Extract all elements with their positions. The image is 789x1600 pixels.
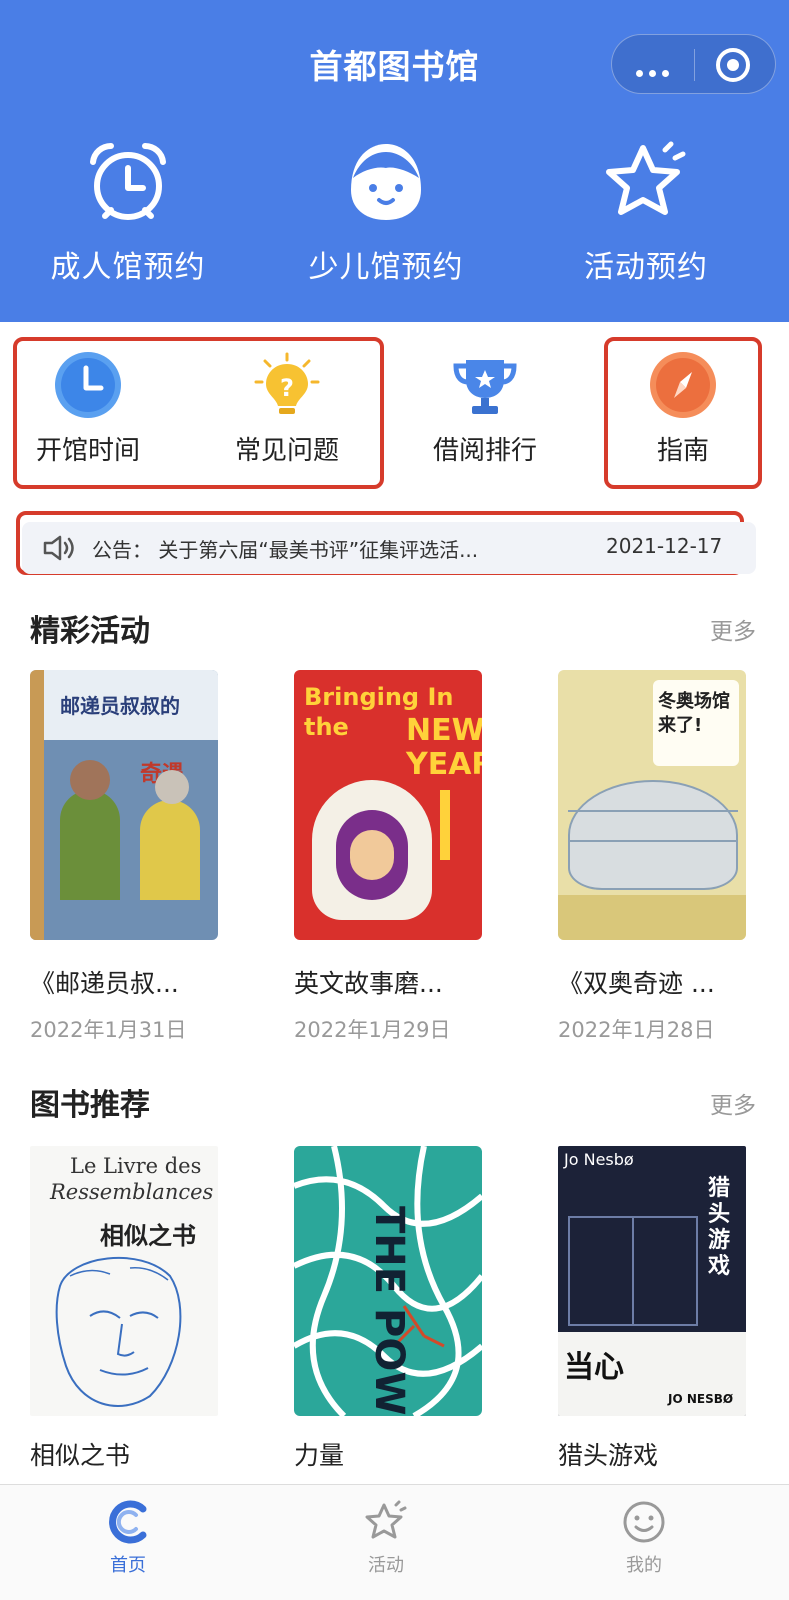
- lightbulb-question-icon: ?: [254, 352, 320, 414]
- faq-button[interactable]: ? 常见问题: [207, 350, 367, 467]
- book-cover-1-subtitle-fr: Ressemblances: [50, 1180, 214, 1204]
- notice-text: 公告： 关于第六届“最美书评”征集评选活...: [92, 538, 479, 562]
- cover-child-face: [350, 830, 394, 880]
- cover-ground: [558, 895, 746, 940]
- activities-section-title: 精彩活动: [30, 614, 150, 649]
- book-title-3[interactable]: 猎头游戏: [558, 1436, 758, 1472]
- faq-label: 常见问题: [234, 436, 339, 466]
- cover-head-1: [70, 760, 110, 800]
- smiley-icon: [623, 1501, 665, 1543]
- tab-mine[interactable]: 我的: [584, 1499, 704, 1577]
- compass-icon: [650, 352, 716, 418]
- header: 首都图书馆 成人馆预约 少儿馆预约 活动预约: [0, 0, 789, 322]
- activity-booking-label: 活动预约: [584, 250, 708, 285]
- cover-window-bar: [632, 1216, 634, 1326]
- adult-library-booking-label: 成人馆预约: [50, 250, 206, 285]
- activity-date-2: 2022年1月29日: [294, 1018, 451, 1042]
- book-cover-1-title-fr: Le Livre des: [70, 1154, 202, 1178]
- cover-stadium-line-1: [568, 810, 738, 812]
- guide-label: 指南: [656, 436, 709, 466]
- activity-date-1: 2022年1月31日: [30, 1018, 187, 1042]
- cover-stadium-line-2: [568, 840, 738, 842]
- book-cover-1-portrait: [55, 1256, 182, 1407]
- svg-text:?: ?: [280, 374, 294, 402]
- cover-head-2: [155, 770, 189, 804]
- book-cover-2-title: THE POWER: [366, 1206, 412, 1416]
- activity-date-3: 2022年1月28日: [558, 1018, 715, 1042]
- capsule-divider: [694, 49, 695, 81]
- tab-home[interactable]: 首页: [68, 1499, 188, 1577]
- activity-cover-3[interactable]: 冬奥场馆 来了!: [558, 670, 746, 940]
- guide-button[interactable]: 指南: [603, 350, 763, 467]
- opening-hours-label: 开馆时间: [35, 436, 140, 466]
- trophy-icon: [453, 360, 517, 414]
- book-cover-3-author: Jo Nesbø: [564, 1150, 634, 1169]
- book-cover-1[interactable]: Le Livre des Ressemblances 相似之书: [30, 1146, 218, 1416]
- home-logo-icon: [109, 1500, 147, 1544]
- book-cover-2[interactable]: THE POWER: [294, 1146, 482, 1416]
- tab-activities-label: 活动: [368, 1555, 404, 1576]
- cover-stadium: [568, 780, 738, 890]
- activities-more-link[interactable]: 更多: [710, 612, 756, 646]
- clock-icon: [55, 352, 121, 418]
- activity-cover-3-title: 冬奥场馆 来了!: [658, 691, 730, 736]
- alarm-clock-icon: [90, 142, 166, 220]
- book-title-1[interactable]: 相似之书: [30, 1436, 230, 1472]
- borrow-ranking-label: 借阅排行: [432, 436, 537, 466]
- child-face-icon: [351, 144, 421, 220]
- close-mini-program-icon[interactable]: [716, 48, 750, 82]
- cover-figure-1: [60, 790, 120, 900]
- notice-date: 2021-12-17: [606, 534, 723, 558]
- adult-library-booking-button[interactable]: 成人馆预约: [28, 140, 228, 286]
- children-library-booking-label: 少儿馆预约: [308, 250, 464, 285]
- more-options-icon[interactable]: [636, 62, 675, 81]
- book-title-2[interactable]: 力量: [294, 1436, 494, 1472]
- book-cover-3[interactable]: Jo Nesbø 猎头游戏 当心 JO NESBØ: [558, 1146, 746, 1416]
- books-section-title: 图书推荐: [30, 1088, 150, 1123]
- children-library-booking-button[interactable]: 少儿馆预约: [286, 140, 486, 286]
- star-outline-icon: [365, 1500, 407, 1539]
- speaker-icon: [43, 535, 74, 561]
- tab-activities[interactable]: 活动: [326, 1499, 446, 1577]
- borrow-ranking-button[interactable]: 借阅排行: [405, 350, 565, 467]
- activity-title-2[interactable]: 英文故事磨...: [294, 964, 494, 1000]
- books-more-link[interactable]: 更多: [710, 1086, 756, 1120]
- activity-cover-2[interactable]: Bringing In the NEWYEAR: [294, 670, 482, 940]
- activity-title-3[interactable]: 《双奥奇迹 ...: [558, 964, 758, 1000]
- tab-mine-label: 我的: [626, 1555, 662, 1576]
- mini-program-capsule: [611, 34, 776, 94]
- activity-title-1[interactable]: 《邮递员叔...: [30, 964, 230, 1000]
- book-cover-3-tagline: 当心: [564, 1350, 624, 1385]
- cover-chinese-text: [440, 790, 450, 860]
- activity-booking-button[interactable]: 活动预约: [546, 140, 746, 286]
- cover-figure-2: [140, 800, 200, 900]
- book-cover-3-title: 猎头游戏: [708, 1176, 731, 1279]
- activity-cover-1-title: 邮递员叔叔的: [60, 694, 180, 718]
- bottom-tab-bar: 首页 活动 我的: [0, 1484, 789, 1600]
- activity-cover-1[interactable]: 邮递员叔叔的 奇遇: [30, 670, 218, 940]
- opening-hours-button[interactable]: 开馆时间: [8, 350, 168, 467]
- notice-bar[interactable]: 公告： 关于第六届“最美书评”征集评选活... 2021-12-17: [22, 522, 756, 574]
- star-icon: [606, 141, 686, 215]
- activity-cover-2-subtitle: NEWYEAR: [406, 713, 482, 782]
- tab-home-label: 首页: [110, 1555, 146, 1576]
- book-cover-3-footer: JO NESBØ: [668, 1392, 734, 1406]
- cover-spine: [30, 670, 44, 940]
